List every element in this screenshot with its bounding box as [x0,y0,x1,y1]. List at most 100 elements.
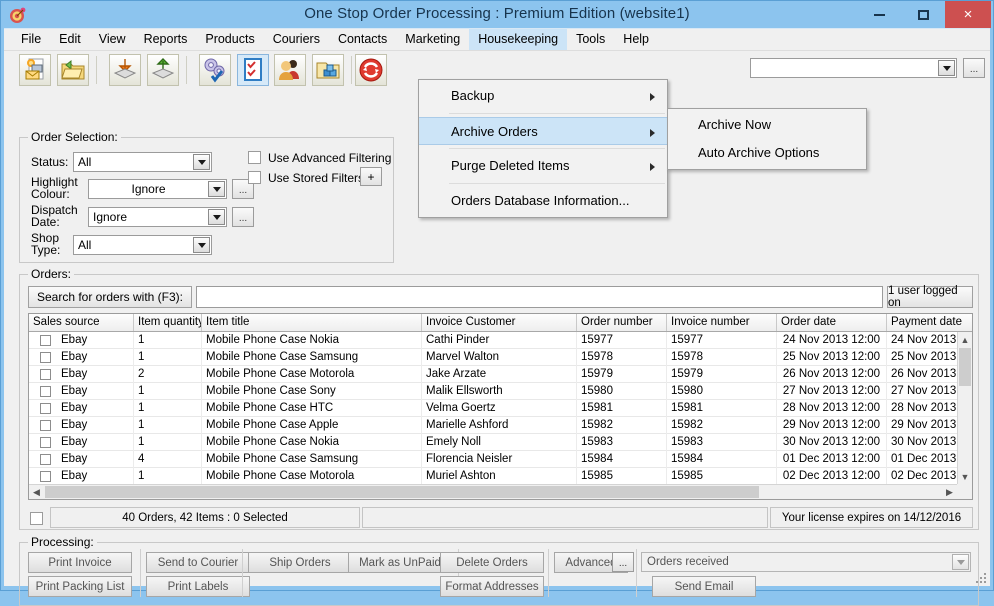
menu-help[interactable]: Help [614,29,658,50]
send-email-button[interactable]: Send Email [652,576,756,597]
dispatch-date-dots-button[interactable]: ... [232,207,254,227]
scroll-down-icon[interactable]: ▼ [958,469,972,484]
status-combo[interactable]: All [73,152,212,172]
row-select-checkbox[interactable] [33,468,57,485]
print-packing-list-button[interactable]: Print Packing List [28,576,132,597]
orders-grid[interactable]: Sales source Item quantity Item title In… [28,313,973,500]
table-row[interactable]: Ebay 1 Mobile Phone Case Samsung Marvel Wal… [29,349,972,366]
print-labels-button[interactable]: Print Labels [146,576,250,597]
row-select-checkbox[interactable] [33,451,57,468]
table-row[interactable]: Ebay 1 Mobile Phone Case Sony Malik Ellswor… [29,383,972,400]
customers-icon[interactable] [274,54,306,86]
row-select-checkbox[interactable] [33,366,57,383]
menu-item-backup[interactable]: Backup [419,82,667,110]
column-header-item-title[interactable]: Item title [202,314,422,331]
column-header-item-quantity[interactable]: Item quantity [134,314,202,331]
search-orders-button[interactable]: Search for orders with (F3): [28,286,192,308]
column-header-order-number[interactable]: Order number [577,314,667,331]
send-to-courier-button[interactable]: Send to Courier [146,552,250,573]
cell-item-quantity: 2 [134,366,202,383]
menu-products[interactable]: Products [196,29,263,50]
toolbar-combo[interactable] [750,58,957,78]
menu-file[interactable]: File [12,29,50,50]
chevron-down-icon[interactable] [193,154,210,170]
menu-marketing[interactable]: Marketing [396,29,469,50]
close-button[interactable]: × [945,1,991,28]
menu-view[interactable]: View [90,29,135,50]
add-stored-filter-button[interactable]: + [360,167,382,186]
toolbar-dots-button[interactable]: ... [963,58,985,78]
use-stored-filters-checkbox[interactable] [248,171,261,184]
chevron-down-icon[interactable] [193,237,210,253]
new-order-email-icon[interactable] [19,54,51,86]
scroll-right-icon[interactable]: ▶ [942,485,957,499]
menu-item-auto-archive-options[interactable]: Auto Archive Options [668,139,866,167]
menu-item-purge-deleted-items[interactable]: Purge Deleted Items [419,152,667,180]
open-folder-icon[interactable] [57,54,89,86]
maximize-button[interactable] [901,1,945,28]
column-header-sales-source[interactable]: Sales source [29,314,134,331]
hscroll-thumb[interactable] [45,486,759,498]
menu-item-archive-now[interactable]: Archive Now [668,111,866,139]
table-row[interactable]: Ebay 2 Mobile Phone Case Motorola Jake Arza… [29,366,972,383]
export-orders-icon[interactable] [147,54,179,86]
dispatch-date-combo[interactable]: Ignore [88,207,227,227]
menu-item-orders-database-information[interactable]: Orders Database Information... [419,187,667,215]
chevron-down-icon[interactable] [208,181,225,197]
resize-grip[interactable] [976,573,986,583]
import-orders-icon[interactable] [109,54,141,86]
menu-item-archive-orders[interactable]: Archive Orders [419,117,667,145]
highlight-colour-combo[interactable]: Ignore [88,179,227,199]
cell-sales-source: Ebay [57,417,134,434]
email-template-combo[interactable]: Orders received [641,552,971,572]
search-input[interactable] [196,286,883,308]
scroll-up-icon[interactable]: ▲ [958,332,972,347]
use-advanced-filtering-checkbox[interactable] [248,151,261,164]
cell-sales-source: Ebay [57,349,134,366]
cell-order-date: 30 Nov 2013 12:00 [777,434,887,451]
vscroll-thumb[interactable] [959,348,971,386]
column-header-payment-date[interactable]: Payment date [887,314,972,331]
scroll-left-icon[interactable]: ◀ [29,485,44,499]
format-addresses-button[interactable]: Format Addresses [440,576,544,597]
table-row[interactable]: Ebay 1 Mobile Phone Case HTC Velma Goertz 15… [29,400,972,417]
chevron-down-icon[interactable] [208,209,225,225]
print-invoice-button[interactable]: Print Invoice [28,552,132,573]
delete-orders-button[interactable]: Delete Orders [440,552,544,573]
table-row[interactable]: Ebay 1 Mobile Phone Case Apple Marielle Ash… [29,417,972,434]
shop-type-combo[interactable]: All [73,235,212,255]
menu-tools[interactable]: Tools [567,29,614,50]
table-row[interactable]: Ebay 1 Mobile Phone Case Motorola Muriel As… [29,468,972,485]
column-header-invoice-customer[interactable]: Invoice Customer [422,314,577,331]
products-folder-icon[interactable] [312,54,344,86]
menu-edit[interactable]: Edit [50,29,90,50]
row-select-checkbox[interactable] [33,383,57,400]
checklist-icon[interactable] [237,54,269,86]
refresh-icon[interactable] [355,54,387,86]
table-row[interactable]: Ebay 4 Mobile Phone Case Samsung Florencia … [29,451,972,468]
row-select-checkbox[interactable] [33,434,57,451]
row-select-checkbox[interactable] [33,400,57,417]
column-header-invoice-number[interactable]: Invoice number [667,314,777,331]
advanced-dots-button[interactable]: ... [612,552,634,572]
menu-housekeeping[interactable]: Housekeeping [469,29,568,50]
menu-reports[interactable]: Reports [135,29,197,50]
user-logged-on-status[interactable]: 1 user logged on [887,285,973,309]
ship-orders-button[interactable]: Ship Orders [248,552,352,573]
menu-contacts[interactable]: Contacts [329,29,396,50]
table-row[interactable]: Ebay 1 Mobile Phone Case Nokia Emely Noll 15… [29,434,972,451]
column-header-order-date[interactable]: Order date [777,314,887,331]
select-all-checkbox[interactable] [30,512,43,525]
table-row[interactable]: Ebay 1 Mobile Phone Case Nokia Cathi Pinder… [29,332,972,349]
grid-vertical-scrollbar[interactable]: ▲ ▼ [957,332,972,484]
settings-gears-icon[interactable] [199,54,231,86]
row-select-checkbox[interactable] [33,349,57,366]
row-select-checkbox[interactable] [33,332,57,349]
row-select-checkbox[interactable] [33,417,57,434]
chevron-down-icon[interactable] [952,554,969,570]
chevron-down-icon[interactable] [938,60,955,76]
minimize-button[interactable] [857,1,901,28]
mark-as-unpaid-button[interactable]: Mark as UnPaid [348,552,452,573]
menu-couriers[interactable]: Couriers [264,29,329,50]
grid-horizontal-scrollbar[interactable]: ◀ ▶ [29,484,972,499]
